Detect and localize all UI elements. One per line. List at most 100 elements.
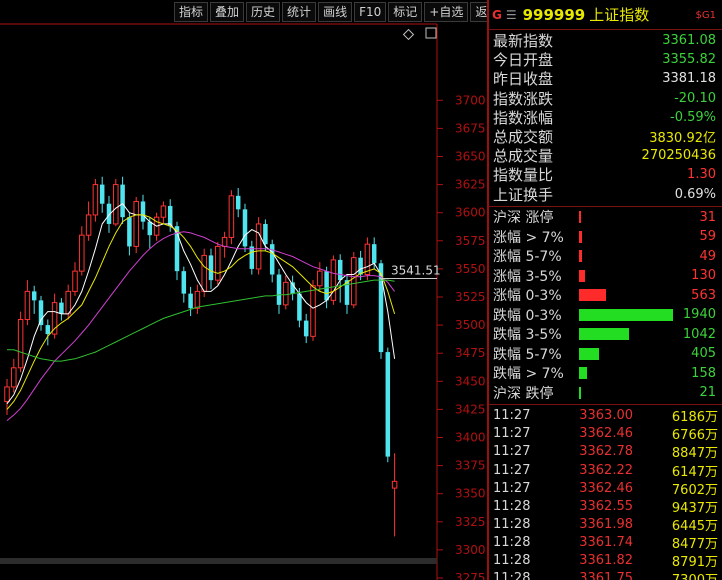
breadth-bar [579, 289, 606, 302]
toolbar-button[interactable]: 标记 [388, 2, 423, 22]
candle [120, 176, 125, 224]
quote-label: 上证换手 [493, 185, 554, 204]
quote-row: 昨日收盘 3381.18 [489, 69, 722, 88]
breadth-count: 1042 [682, 326, 716, 342]
group-tag: $G1 [695, 10, 716, 21]
candle [385, 347, 391, 463]
quote-value: 3381.18 [662, 71, 716, 87]
breadth-label: 涨幅 5-7% [493, 249, 562, 266]
market-badge: G [492, 7, 502, 22]
quote-header: G ☰ 999999 上证指数 $G1 [489, 0, 722, 30]
breadth-label: 沪深 涨停 [493, 210, 554, 227]
quote-value: 270250436 [641, 148, 716, 164]
tick-volume: 6186万 [671, 410, 718, 426]
tick-row[interactable]: 11:28 3361.98 6445万 [489, 515, 722, 534]
candle [235, 187, 241, 218]
candle [317, 262, 323, 292]
toolbar-button[interactable]: 统计 [282, 2, 317, 22]
candle [391, 453, 398, 537]
market-breadth: 沪深 涨停 31 涨幅 > 7% 59 涨幅 5-7% 49 涨幅 3-5% 130 涨幅 0-… [489, 207, 722, 405]
y-tick-label: 3475 [455, 346, 486, 360]
y-tick-label: 3500 [455, 318, 486, 332]
breadth-bar [579, 347, 599, 360]
breadth-row: 涨幅 > 7% 59 [489, 227, 722, 247]
y-tick-label: 3325 [455, 515, 486, 529]
candle [344, 274, 350, 314]
y-tick-label: 3700 [455, 93, 486, 107]
breadth-bar-track [579, 328, 673, 341]
tick-price: 3362.78 [579, 444, 633, 460]
breadth-count: 1940 [682, 307, 716, 323]
tick-row[interactable]: 11:27 3362.46 6766万 [489, 425, 722, 443]
candle [4, 379, 10, 416]
tick-row[interactable]: 11:28 3362.55 9437万 [489, 497, 722, 516]
breadth-row: 跌幅 3-5% 1042 [489, 325, 722, 345]
candle [153, 212, 160, 241]
tick-row[interactable]: 11:27 3363.00 6186万 [489, 407, 722, 425]
tick-time: 11:27 [493, 426, 531, 442]
quote-row: 指数涨跌 -20.10 [489, 89, 722, 108]
breadth-label: 跌幅 0-3% [493, 307, 562, 324]
candle [24, 280, 31, 326]
quote-value: 3830.92亿 [649, 131, 716, 147]
quote-label: 总成交额 [493, 128, 554, 147]
candlestick-chart[interactable]: 3700 3675 3650 3625 3600 3575 3550 3525 3500 3475… [0, 0, 487, 580]
candle [85, 201, 92, 241]
candle [228, 190, 235, 245]
breadth-bar-track [579, 347, 673, 360]
diamond-outline-icon[interactable] [402, 28, 415, 41]
breadth-label: 涨幅 > 7% [493, 229, 564, 246]
breadth-bar [579, 308, 673, 321]
y-tick-label: 3575 [455, 234, 486, 248]
quote-value: 1.30 [687, 167, 716, 183]
tick-row[interactable]: 11:28 3361.74 8477万 [489, 533, 722, 552]
tick-list[interactable]: 11:27 3363.00 6186万 11:27 3362.46 6766万 11:27 3… [489, 405, 722, 580]
tick-time: 11:28 [493, 516, 531, 532]
candle [140, 194, 146, 230]
candle [38, 295, 44, 331]
quote-value: -0.59% [670, 109, 716, 125]
candle [51, 293, 58, 339]
candle [283, 275, 289, 310]
breadth-row: 涨幅 3-5% 130 [489, 266, 722, 286]
quote-row: 最新指数 3361.08 [489, 31, 722, 50]
toolbar-button[interactable]: 指标 [174, 2, 209, 22]
tick-row[interactable]: 11:27 3362.78 8847万 [489, 443, 722, 461]
candle [242, 203, 248, 253]
square-outline-icon[interactable] [425, 27, 437, 39]
y-tick-label: 3375 [455, 459, 486, 473]
kline-chart-pane[interactable]: 3700 3675 3650 3625 3600 3575 3550 3525 3500 3475… [0, 0, 505, 580]
tick-row[interactable]: 11:27 3362.22 6147万 [489, 461, 722, 480]
toolbar-button[interactable]: +自选 [424, 2, 469, 22]
toolbar-button[interactable]: 画线 [318, 2, 353, 22]
breadth-label: 跌幅 5-7% [493, 346, 562, 363]
toolbar-button[interactable]: 叠加 [210, 2, 245, 22]
y-tick-label: 3275 [455, 571, 486, 580]
breadth-count: 49 [699, 248, 716, 264]
candle [364, 237, 371, 281]
candle [249, 240, 255, 275]
tick-row[interactable]: 11:28 3361.82 8791万 [489, 551, 722, 570]
toolbar-button[interactable]: 历史 [246, 2, 281, 22]
candle [181, 266, 187, 303]
tick-time: 11:27 [493, 408, 531, 424]
quote-label: 最新指数 [493, 32, 554, 51]
tick-time: 11:27 [493, 444, 531, 460]
hamburger-menu-icon[interactable]: ☰ [506, 8, 517, 22]
tick-price: 3362.22 [579, 462, 633, 478]
candle [215, 241, 221, 285]
security-name: 上证指数 [589, 6, 650, 24]
breadth-count: 158 [691, 365, 716, 381]
breadth-bar-track [579, 289, 673, 302]
y-tick-label: 3450 [455, 374, 486, 388]
quote-label: 今日开盘 [493, 51, 554, 70]
chart-scrollbar[interactable] [0, 558, 437, 564]
tick-row[interactable]: 11:28 3361.757300万 [489, 570, 722, 580]
toolbar-button[interactable]: F10 [354, 2, 387, 22]
breadth-row: 跌幅 0-3% 1940 [489, 305, 722, 325]
quote-row: 指数涨幅 -0.59% [489, 108, 722, 127]
y-tick-label: 3600 [455, 206, 486, 220]
tick-row[interactable]: 11:27 3362.46 7602万 [489, 479, 722, 498]
candle [194, 284, 201, 314]
candle [160, 201, 167, 224]
